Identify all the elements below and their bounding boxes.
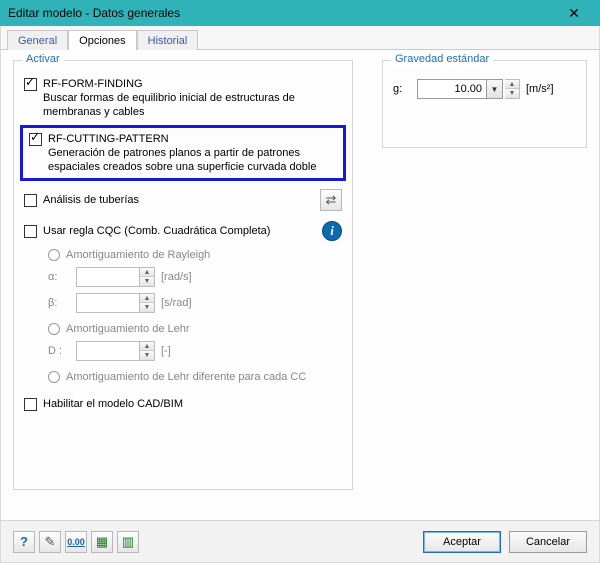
option-cad-bim[interactable]: Habilitar el modelo CAD/BIM bbox=[24, 397, 342, 411]
group-activate: Activar RF-FORM-FINDING Buscar formas de… bbox=[13, 60, 353, 490]
cutting-pattern-desc: Generación de patrones planos a partir d… bbox=[48, 146, 337, 174]
tab-general[interactable]: General bbox=[7, 30, 68, 50]
group-gravity: Gravedad estándar g: ▼ ▲▼ [m/s²] bbox=[382, 60, 587, 148]
d-spinner: ▲▼ bbox=[140, 341, 155, 361]
cutting-pattern-title: RF-CUTTING-PATTERN bbox=[48, 132, 337, 146]
gravity-input[interactable] bbox=[417, 79, 487, 99]
note-icon[interactable]: ✎ bbox=[39, 531, 61, 553]
field-alpha: α: ▲▼ [rad/s] bbox=[48, 267, 342, 287]
close-icon[interactable]: ✕ bbox=[554, 3, 594, 23]
beta-spinner: ▲▼ bbox=[140, 293, 155, 313]
ok-button[interactable]: Aceptar bbox=[423, 531, 501, 553]
option-lehr-percc: Amortiguamiento de Lehr diferente para c… bbox=[48, 371, 342, 383]
beta-input bbox=[76, 293, 140, 313]
window-title: Editar modelo - Datos generales bbox=[8, 6, 554, 20]
checkbox-cutting-pattern[interactable] bbox=[29, 133, 42, 146]
help-icon[interactable]: ? bbox=[13, 531, 35, 553]
excel-import-icon[interactable]: ▥ bbox=[117, 531, 139, 553]
option-cutting-pattern-highlight: RF-CUTTING-PATTERN Generación de patrone… bbox=[20, 125, 346, 181]
cad-bim-label: Habilitar el modelo CAD/BIM bbox=[43, 397, 183, 411]
info-icon[interactable]: i bbox=[322, 221, 342, 241]
cqc-label: Usar regla CQC (Comb. Cuadrática Complet… bbox=[43, 224, 270, 238]
lehr-percc-label: Amortiguamiento de Lehr diferente para c… bbox=[66, 371, 306, 383]
option-cqc[interactable]: Usar regla CQC (Comb. Cuadrática Complet… bbox=[24, 224, 270, 238]
title-bar: Editar modelo - Datos generales ✕ bbox=[0, 0, 600, 26]
gravity-unit: [m/s²] bbox=[526, 83, 554, 95]
radio-lehr-percc bbox=[48, 371, 60, 383]
tab-history[interactable]: Historial bbox=[137, 30, 199, 50]
chevron-down-icon[interactable]: ▼ bbox=[487, 79, 503, 99]
excel-export-icon[interactable]: ▦ bbox=[91, 531, 113, 553]
form-finding-title: RF-FORM-FINDING bbox=[43, 77, 342, 91]
swap-icon[interactable]: ⇄ bbox=[320, 189, 342, 211]
form-finding-desc: Buscar formas de equilibrio inicial de e… bbox=[43, 91, 342, 119]
field-beta: β: ▲▼ [s/rad] bbox=[48, 293, 342, 313]
option-pipe-analysis[interactable]: Análisis de tuberías bbox=[24, 193, 139, 207]
rayleigh-label: Amortiguamiento de Rayleigh bbox=[66, 249, 210, 261]
alpha-input bbox=[76, 267, 140, 287]
group-activate-title: Activar bbox=[22, 53, 64, 65]
checkbox-pipe-analysis[interactable] bbox=[24, 194, 37, 207]
radio-lehr bbox=[48, 323, 60, 335]
gravity-spinner[interactable]: ▲▼ bbox=[505, 79, 520, 99]
alpha-spinner: ▲▼ bbox=[140, 267, 155, 287]
option-cutting-pattern[interactable]: RF-CUTTING-PATTERN Generación de patrone… bbox=[29, 132, 337, 174]
tab-strip: General Opciones Historial bbox=[1, 26, 599, 50]
checkbox-cad-bim[interactable] bbox=[24, 398, 37, 411]
tab-options[interactable]: Opciones bbox=[68, 30, 136, 50]
field-d: D : ▲▼ [-] bbox=[48, 341, 342, 361]
group-gravity-title: Gravedad estándar bbox=[391, 53, 493, 65]
d-input bbox=[76, 341, 140, 361]
beta-label: β: bbox=[48, 297, 76, 309]
beta-unit: [s/rad] bbox=[161, 297, 192, 309]
option-rayleigh: Amortiguamiento de Rayleigh bbox=[48, 249, 342, 261]
cancel-button[interactable]: Cancelar bbox=[509, 531, 587, 553]
lehr-label: Amortiguamiento de Lehr bbox=[66, 323, 190, 335]
option-form-finding[interactable]: RF-FORM-FINDING Buscar formas de equilib… bbox=[24, 77, 342, 119]
pipe-analysis-label: Análisis de tuberías bbox=[43, 193, 139, 207]
checkbox-form-finding[interactable] bbox=[24, 78, 37, 91]
alpha-unit: [rad/s] bbox=[161, 271, 192, 283]
dialog-footer: ? ✎ 0.00 ▦ ▥ Aceptar Cancelar bbox=[1, 520, 599, 562]
radio-rayleigh bbox=[48, 249, 60, 261]
d-unit: [-] bbox=[161, 345, 171, 357]
gravity-label: g: bbox=[393, 83, 417, 95]
d-label: D : bbox=[48, 345, 76, 357]
units-icon[interactable]: 0.00 bbox=[65, 531, 87, 553]
checkbox-cqc[interactable] bbox=[24, 225, 37, 238]
alpha-label: α: bbox=[48, 271, 76, 283]
option-lehr: Amortiguamiento de Lehr bbox=[48, 323, 342, 335]
